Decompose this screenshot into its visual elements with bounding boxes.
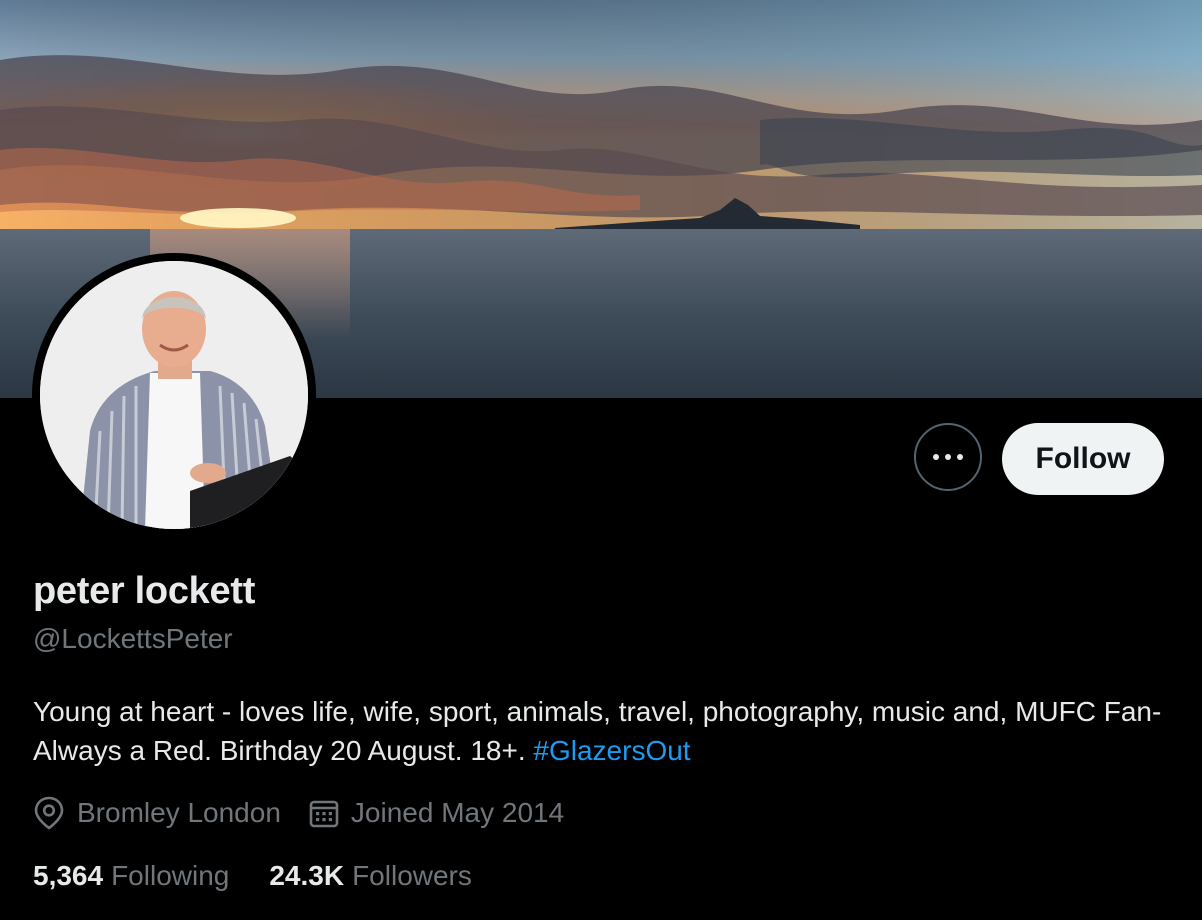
bio-hashtag-link[interactable]: #GlazersOut [533,735,690,766]
following-count: 5,364 [33,860,104,891]
profile-joined-date: Joined May 2014 [309,797,564,829]
following-link[interactable]: 5,364 Following [33,860,229,892]
more-options-button[interactable] [914,423,982,491]
profile-location: Bromley London [33,796,281,830]
profile-handle: @LockettsPeter [33,623,233,654]
location-text: Bromley London [77,797,281,828]
more-horizontal-icon [933,454,963,460]
follow-button[interactable]: Follow [1002,423,1164,495]
joined-text: Joined May 2014 [350,797,565,828]
followers-count: 24.3K [269,860,345,891]
following-label: Following [111,860,230,891]
profile-display-name: peter lockett [33,570,256,612]
calendar-icon [309,800,339,828]
profile-meta-row: Bromley London Joined May 2014 [33,796,564,830]
followers-link[interactable]: 24.3K Followers [269,860,472,892]
profile-stats-row: 5,364 Following 24.3K Followers [33,860,472,892]
followers-label: Followers [352,860,472,891]
profile-bio: Young at heart - loves life, wife, sport… [33,692,1163,770]
follow-button-label: Follow [1035,442,1131,475]
location-pin-icon [34,796,64,830]
avatar-photo[interactable] [40,261,308,529]
profile-avatar[interactable] [32,253,316,537]
